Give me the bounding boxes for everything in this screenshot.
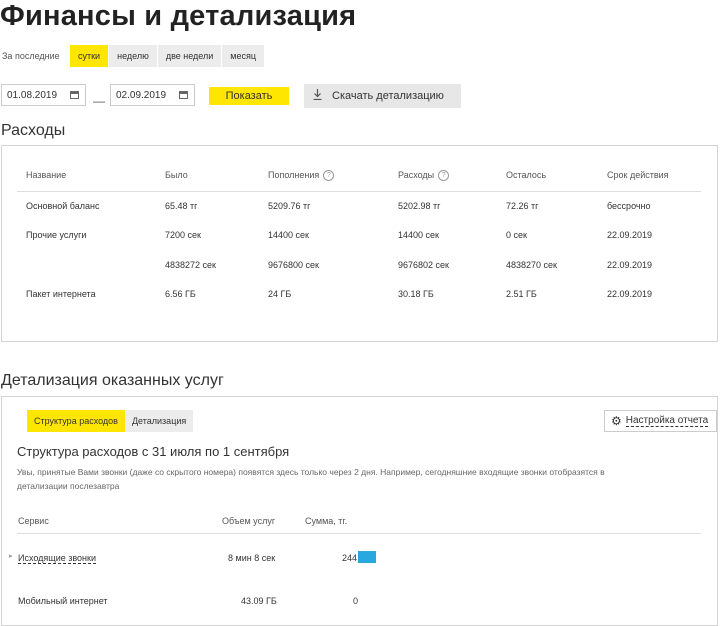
tab-detalization[interactable]: Детализация [124, 410, 194, 432]
table-cell: 5209.76 тг [268, 201, 311, 211]
date-separator: — [93, 94, 105, 108]
service-sum: 0 [353, 596, 359, 606]
structure-subheading: Структура расходов с 31 июля по 1 сентяб… [17, 444, 290, 459]
table-cell: 30.18 ГБ [398, 289, 434, 299]
date-from-value: 01.08.2019 [7, 89, 58, 101]
service-volume: 8 мин 8 сек [228, 553, 276, 563]
table-cell: 14400 сек [398, 230, 439, 240]
note-text-line1: Увы, принятые Вами звонки (даже со скрыт… [17, 467, 605, 477]
col-expenses: Расходы? [398, 170, 450, 182]
col-name: Название [26, 170, 67, 180]
sum-bar [358, 551, 376, 563]
service-sum: 244 [342, 553, 358, 563]
col-volume: Объем услуг [222, 516, 276, 526]
tab-expense-structure[interactable]: Структура расходов [27, 410, 125, 432]
help-icon[interactable]: ? [323, 170, 335, 182]
table-cell: 24 ГБ [268, 289, 292, 299]
service-volume: 43.09 ГБ [241, 596, 277, 606]
col-was: Было [165, 170, 188, 180]
table-cell: 5202.98 тг [398, 201, 441, 211]
col-validity: Срок действия [607, 170, 669, 180]
table-cell: 22.09.2019 [607, 230, 653, 240]
table-cell: 4838272 сек [165, 260, 216, 270]
table-divider [17, 191, 701, 192]
service-name: Исходящие звонки [18, 553, 96, 564]
calendar-icon[interactable] [179, 91, 188, 99]
table-cell: 14400 сек [268, 230, 309, 240]
table-cell: Пакет интернета [26, 289, 96, 299]
table-cell: 4838270 сек [506, 260, 557, 270]
date-to-field[interactable]: 02.09.2019 [110, 84, 195, 106]
table-cell: 65.48 тг [165, 201, 198, 211]
download-icon [313, 89, 322, 103]
page-title: Финансы и детализация [0, 0, 357, 32]
table-divider [17, 533, 701, 534]
table-cell: 0 сек [506, 230, 527, 240]
report-settings-label: Настройка отчета [625, 415, 709, 427]
download-label: Скачать детализацию [332, 90, 444, 102]
details-tabs: Структура расходов Детализация [27, 410, 194, 432]
table-cell: 7200 сек [165, 230, 201, 240]
table-cell: 2.51 ГБ [506, 289, 537, 299]
date-from-field[interactable]: 01.08.2019 [1, 84, 86, 106]
col-topup: Пополнения? [268, 170, 335, 182]
col-service: Сервис [18, 516, 49, 526]
service-name: Мобильный интернет [18, 596, 108, 606]
period-option-week[interactable]: неделю [109, 45, 158, 67]
table-cell: Основной баланс [26, 201, 100, 211]
date-to-value: 02.09.2019 [116, 89, 167, 101]
period-option-month[interactable]: месяц [222, 45, 266, 67]
period-label: За последние [2, 51, 60, 61]
table-cell: 22.09.2019 [607, 289, 653, 299]
report-settings-button[interactable]: ⚙ Настройка отчета [604, 410, 717, 432]
period-option-two-weeks[interactable]: две недели [157, 45, 223, 67]
period-option-day[interactable]: сутки [70, 45, 110, 67]
expand-arrow-icon[interactable]: ▸ [9, 552, 13, 560]
expenses-heading: Расходы [1, 122, 66, 139]
details-heading: Детализация оказанных услуг [1, 372, 224, 389]
download-details-button[interactable]: Скачать детализацию [304, 84, 461, 108]
gear-icon: ⚙ [611, 414, 622, 428]
col-expenses-label: Расходы [398, 170, 435, 180]
col-topup-label: Пополнения [268, 170, 320, 180]
col-left: Осталось [506, 170, 547, 180]
table-cell: Прочие услуги [26, 230, 87, 240]
calendar-icon[interactable] [70, 91, 79, 99]
col-sum: Сумма, тг. [305, 516, 348, 526]
table-cell: 72.26 тг [506, 201, 539, 211]
note-text-line2: детализации послезавтра [17, 481, 120, 491]
table-cell: 22.09.2019 [607, 260, 653, 270]
service-link-outgoing-calls[interactable]: Исходящие звонки [18, 553, 96, 564]
table-cell: 9676802 сек [398, 260, 449, 270]
show-button[interactable]: Показать [209, 87, 289, 105]
table-cell: 6.56 ГБ [165, 289, 196, 299]
table-cell: 9676800 сек [268, 260, 319, 270]
period-selector: сутки неделю две недели месяц [70, 45, 266, 67]
table-cell: бессрочно [607, 201, 651, 211]
help-icon[interactable]: ? [438, 170, 450, 182]
